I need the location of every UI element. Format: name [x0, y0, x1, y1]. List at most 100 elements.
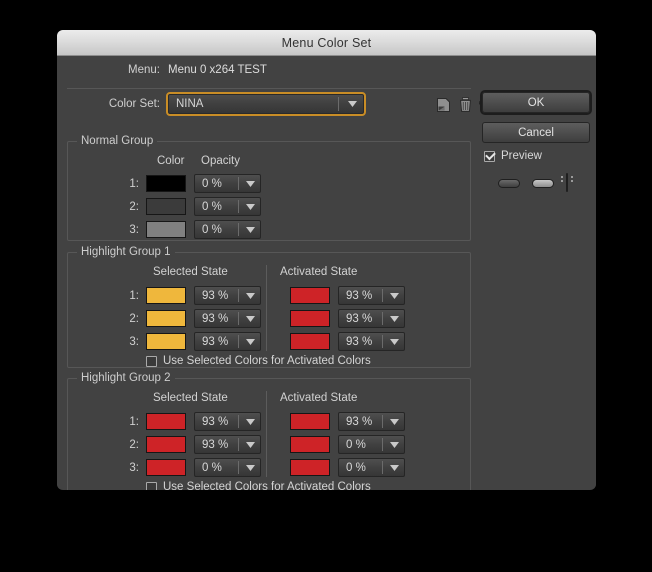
chevron-down-icon	[387, 292, 402, 299]
combo-separator	[238, 289, 239, 302]
menu-value: Menu 0 x264 TEST	[168, 64, 267, 76]
preview-state-swatches	[498, 173, 573, 192]
selected-opacity-dropdown[interactable]: 93 %	[194, 435, 261, 454]
row-number: 1:	[129, 415, 139, 428]
normal-pill-icon[interactable]	[498, 178, 520, 188]
activated-opacity-dropdown[interactable]: 93 %	[338, 309, 405, 328]
selected-color-swatch[interactable]	[146, 333, 186, 350]
activated-opacity-dropdown[interactable]: 0 %	[338, 435, 405, 454]
selected-opacity-dropdown[interactable]: 93 %	[194, 286, 261, 305]
combo-separator	[382, 415, 383, 428]
opacity-dropdown[interactable]: 0 %	[194, 220, 261, 239]
activated-color-swatch[interactable]	[290, 333, 330, 350]
chevron-down-icon	[243, 315, 258, 322]
hl1-col-selected: Selected State	[153, 266, 228, 278]
activated-color-swatch[interactable]	[290, 310, 330, 327]
row-number: 3:	[129, 335, 139, 348]
highlight-group-2-title: Highlight Group 2	[77, 372, 175, 384]
chevron-down-icon	[243, 292, 258, 299]
opacity-value: 0 %	[346, 461, 366, 474]
selected-opacity-dropdown[interactable]: 93 %	[194, 309, 261, 328]
hl1-use-selected-row[interactable]: Use Selected Colors for Activated Colors	[146, 355, 371, 367]
opacity-value: 93 %	[346, 415, 373, 428]
row-number: 2:	[129, 438, 139, 451]
combo-separator	[382, 438, 383, 451]
normal-col-opacity: Opacity	[201, 155, 240, 167]
preview-label: Preview	[501, 150, 542, 162]
opacity-value: 0 %	[202, 200, 222, 213]
hl2-use-selected-checkbox[interactable]	[146, 481, 157, 490]
combo-separator	[238, 177, 239, 190]
activated-color-swatch[interactable]	[290, 459, 330, 476]
combo-separator	[238, 200, 239, 213]
color-set-dropdown[interactable]: NINA	[166, 92, 366, 116]
opacity-dropdown[interactable]: 0 %	[194, 174, 261, 193]
color-swatch[interactable]	[146, 175, 186, 192]
activated-opacity-dropdown[interactable]: 93 %	[338, 286, 405, 305]
ok-button[interactable]: OK	[482, 92, 590, 113]
activated-opacity-dropdown[interactable]: 93 %	[338, 332, 405, 351]
combo-separator	[238, 438, 239, 451]
activated-pill-icon[interactable]	[566, 173, 568, 192]
opacity-value: 0 %	[202, 223, 222, 236]
cancel-button[interactable]: Cancel	[482, 122, 590, 143]
chevron-down-icon	[387, 338, 402, 345]
combo-separator	[238, 223, 239, 236]
color-swatch[interactable]	[146, 198, 186, 215]
hl2-col-activated: Activated State	[280, 392, 358, 404]
menu-row: Menu: Menu 0 x264 TEST	[57, 64, 472, 76]
chevron-down-icon	[387, 418, 402, 425]
cancel-button-label: Cancel	[518, 126, 554, 139]
selected-opacity-dropdown[interactable]: 0 %	[194, 458, 261, 477]
selected-color-swatch[interactable]	[146, 436, 186, 453]
selected-color-swatch[interactable]	[146, 459, 186, 476]
selected-opacity-dropdown[interactable]: 93 %	[194, 332, 261, 351]
row-number: 2:	[129, 200, 139, 213]
combo-separator	[238, 461, 239, 474]
hl2-use-selected-row[interactable]: Use Selected Colors for Activated Colors	[146, 481, 371, 490]
row-number: 3:	[129, 461, 139, 474]
highlight-group-1-title: Highlight Group 1	[77, 246, 175, 258]
dialog-body: Menu: Menu 0 x264 TEST Color Set: NINA O…	[57, 56, 596, 490]
selected-pill-icon[interactable]	[532, 178, 554, 188]
color-swatch[interactable]	[146, 221, 186, 238]
opacity-value: 0 %	[202, 177, 222, 190]
preview-checkbox[interactable]	[484, 150, 495, 162]
activated-color-swatch[interactable]	[290, 413, 330, 430]
selected-color-swatch[interactable]	[146, 413, 186, 430]
activated-opacity-dropdown[interactable]: 0 %	[338, 458, 405, 477]
combo-separator	[382, 461, 383, 474]
activated-color-swatch[interactable]	[290, 436, 330, 453]
activated-opacity-dropdown[interactable]: 93 %	[338, 412, 405, 431]
combo-separator	[238, 415, 239, 428]
normal-group-box: Normal Group Color Opacity 1: 0 % 2: 0 %	[67, 135, 471, 241]
selected-color-swatch[interactable]	[146, 287, 186, 304]
hl1-use-selected-label: Use Selected Colors for Activated Colors	[163, 355, 371, 367]
preview-checkbox-row[interactable]: Preview	[484, 150, 542, 162]
combo-separator	[338, 97, 339, 111]
selected-opacity-dropdown[interactable]: 93 %	[194, 412, 261, 431]
selected-color-swatch[interactable]	[146, 310, 186, 327]
hl1-use-selected-checkbox[interactable]	[146, 355, 157, 367]
opacity-value: 93 %	[346, 312, 373, 325]
chevron-down-icon	[243, 441, 258, 448]
delete-color-set-icon[interactable]	[457, 95, 474, 114]
new-color-set-icon[interactable]	[435, 95, 452, 114]
activated-color-swatch[interactable]	[290, 287, 330, 304]
normal-row-2: 2: 0 %	[123, 197, 261, 216]
row-number: 1:	[129, 289, 139, 302]
combo-separator	[238, 312, 239, 325]
menu-color-set-dialog: Menu Color Set Menu: Menu 0 x264 TEST Co…	[57, 30, 596, 490]
chevron-down-icon	[243, 418, 258, 425]
chevron-down-icon	[243, 464, 258, 471]
opacity-value: 93 %	[346, 335, 373, 348]
chevron-down-icon	[387, 464, 402, 471]
row-number: 1:	[129, 177, 139, 190]
dialog-titlebar[interactable]: Menu Color Set	[57, 30, 596, 56]
row-number: 3:	[129, 223, 139, 236]
opacity-value: 93 %	[202, 312, 229, 325]
hl2-col-selected: Selected State	[153, 392, 228, 404]
color-set-label: Color Set:	[108, 98, 160, 110]
opacity-dropdown[interactable]: 0 %	[194, 197, 261, 216]
hl1-row-1: 1: 93 % 93 %	[123, 286, 405, 305]
